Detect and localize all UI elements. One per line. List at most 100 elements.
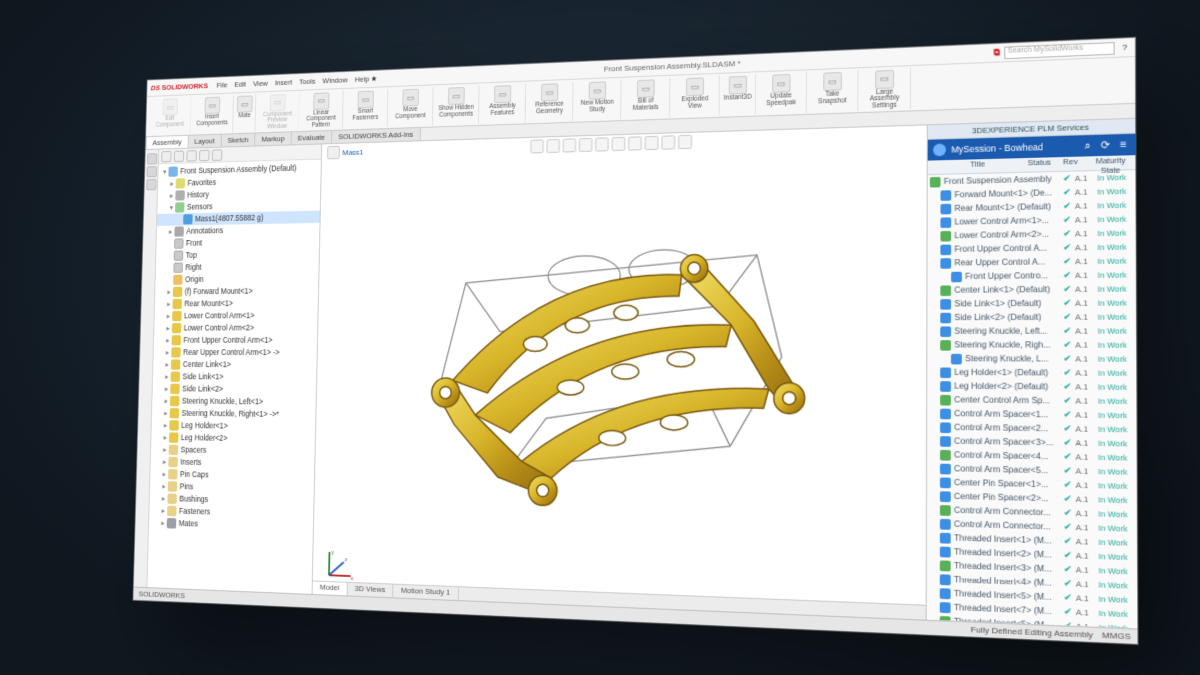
tree-tab-icon[interactable] — [186, 149, 196, 160]
status-units[interactable]: MMGS — [1102, 630, 1130, 641]
command-tab[interactable]: Evaluate — [291, 129, 333, 144]
plm-item-list[interactable]: Front Suspension Assembly✔A.1In WorkForw… — [927, 170, 1138, 628]
hud-button[interactable] — [595, 137, 609, 151]
hud-button[interactable] — [563, 138, 577, 152]
hud-button[interactable] — [628, 136, 642, 150]
col-status[interactable]: Status — [1024, 157, 1055, 171]
command-tab[interactable]: Assembly — [146, 134, 189, 148]
viewport-tab[interactable]: 3D Views — [347, 582, 393, 597]
tree-item[interactable]: ▸Lower Control Arm<1> — [154, 309, 317, 322]
plm-row[interactable]: Leg Holder<1> (Default)✔A.1In Work — [927, 365, 1136, 380]
sw-help-icon[interactable]: ⧉ — [994, 47, 1000, 58]
ribbon-button[interactable]: ▭Smart Fasteners — [344, 89, 389, 129]
tree-item[interactable]: ▸Lower Control Arm<2> — [154, 321, 317, 334]
command-tab[interactable]: Layout — [187, 133, 221, 147]
plm-row[interactable]: Leg Holder<2> (Default)✔A.1In Work — [927, 378, 1136, 393]
help-icon[interactable]: ? — [1119, 41, 1130, 52]
col-title[interactable]: Title — [928, 158, 1024, 174]
hud-button[interactable] — [645, 135, 659, 149]
menu-icon[interactable]: ≡ — [1117, 138, 1129, 150]
plm-row[interactable]: Steering Knuckle, Left...✔A.1In Work — [927, 323, 1136, 337]
tree-tab-icon[interactable] — [212, 148, 223, 159]
tree-tab-icon[interactable] — [161, 150, 171, 161]
ribbon-button[interactable]: ▭Insert Components — [191, 95, 234, 134]
ribbon-button[interactable]: ▭Show Hidden Components — [434, 85, 480, 125]
hud-button[interactable] — [678, 134, 692, 148]
tree-item[interactable]: ▸Rear Upper Control Arm<1> -> — [153, 346, 316, 359]
search-icon[interactable]: ⌕ — [1081, 139, 1093, 151]
command-tab[interactable]: Markup — [254, 131, 291, 145]
plm-row[interactable]: Rear Upper Control A...✔A.1In Work — [928, 253, 1136, 269]
ribbon-button[interactable]: ▭Update Speedpak — [757, 72, 807, 114]
gutter-icon[interactable] — [146, 166, 156, 177]
plm-row[interactable]: Side Link<1> (Default)✔A.1In Work — [927, 295, 1136, 310]
plm-row[interactable]: Steering Knuckle, Righ...✔A.1In Work — [927, 338, 1136, 352]
gutter-icon[interactable] — [146, 179, 156, 190]
menu-item[interactable]: Insert — [275, 78, 293, 87]
ribbon-button[interactable]: ▭Large Assembly Settings — [859, 68, 911, 111]
tree-item[interactable]: ▸Center Link<1> — [153, 358, 317, 371]
hud-button[interactable] — [612, 136, 626, 150]
hud-button[interactable] — [530, 139, 543, 153]
feature-tree[interactable]: ▾Front Suspension Assembly (Default)▸Fav… — [149, 159, 321, 539]
tree-item[interactable]: ▸Front Upper Control Arm<1> — [154, 334, 317, 346]
ribbon-label: Linear Component Pattern — [302, 109, 339, 129]
search-input[interactable]: Search MySolidWorks — [1004, 41, 1114, 58]
ribbon-label: Instant3D — [724, 94, 752, 102]
tree-item[interactable]: Right — [156, 259, 319, 273]
plm-row[interactable]: Center Control Arm Sp...✔A.1In Work — [927, 392, 1136, 408]
plm-item-name: Control Arm Spacer<3>... — [954, 434, 1060, 450]
ribbon-button[interactable]: ▭Reference Geometry — [527, 81, 574, 122]
plm-item-icon — [940, 380, 951, 391]
ribbon-button[interactable]: ▭New Motion Study — [574, 79, 622, 120]
ribbon-button[interactable]: ▭Take Snapshot — [808, 70, 859, 113]
viewport-tab[interactable]: Model — [312, 581, 347, 595]
ribbon-button[interactable]: ▭Move Component — [388, 87, 433, 127]
ribbon-button[interactable]: ▭Instant3D — [721, 74, 756, 115]
menu-item[interactable]: Window — [322, 75, 347, 85]
graphics-viewport[interactable]: Mass1 — [312, 125, 926, 619]
menu-item[interactable]: Edit — [234, 79, 246, 88]
breadcrumb-label[interactable]: Mass1 — [342, 147, 363, 156]
plm-row[interactable]: Side Link<2> (Default)✔A.1In Work — [927, 309, 1136, 323]
menu-item[interactable]: File — [216, 80, 227, 89]
folder-icon — [167, 493, 177, 504]
menu-item[interactable]: Tools — [299, 77, 316, 86]
plm-row[interactable]: Steering Knuckle, L...✔A.1In Work — [927, 351, 1136, 366]
gutter-icon[interactable] — [147, 153, 157, 164]
tree-item[interactable]: ▸Rear Mount<1> — [155, 297, 318, 310]
tree-item[interactable]: Origin — [155, 272, 318, 286]
status-check-icon: ✔ — [1060, 533, 1076, 548]
hud-button[interactable] — [661, 135, 675, 149]
col-rev[interactable]: Rev — [1055, 156, 1086, 171]
ribbon-button[interactable]: ▭Assembly Features — [480, 83, 526, 123]
refresh-icon[interactable]: ⟳ — [1099, 139, 1111, 151]
hud-button[interactable] — [579, 137, 593, 151]
breadcrumb-icon[interactable] — [327, 145, 340, 159]
tree-tab-icon[interactable] — [199, 149, 209, 160]
ribbon-label: Smart Fasteners — [347, 108, 385, 122]
svg-text:x: x — [350, 576, 353, 582]
plm-row[interactable]: Center Link<1> (Default)✔A.1In Work — [927, 281, 1136, 296]
viewport-tab[interactable]: Motion Study 1 — [393, 584, 458, 600]
ribbon-button[interactable]: ▭Mate — [234, 94, 256, 132]
tree-item[interactable]: ▸Side Link<1> — [153, 370, 317, 383]
tree-item[interactable]: ▸(f) Forward Mount<1> — [155, 284, 318, 297]
ribbon-label: Reference Geometry — [529, 101, 569, 115]
menu-item[interactable]: Help — [355, 74, 370, 83]
ribbon-button[interactable]: ▭Exploded View — [671, 75, 720, 117]
star-icon[interactable]: ★ — [369, 73, 378, 83]
hud-button[interactable] — [546, 138, 559, 152]
command-tab[interactable]: Sketch — [220, 132, 255, 146]
tree-item[interactable]: ▸Steering Knuckle, Left<1> — [152, 394, 316, 408]
tree-item[interactable]: ▸Side Link<2> — [152, 382, 316, 396]
ribbon-button[interactable]: ▭Bill of Materials — [622, 77, 670, 118]
plm-rev: A.1 — [1076, 520, 1099, 535]
col-maturity[interactable]: Maturity State — [1086, 155, 1136, 170]
plm-maturity: In Work — [1097, 267, 1133, 281]
command-tab[interactable]: SOLIDWORKS Add-Ins — [331, 126, 421, 142]
ribbon-button[interactable]: ▭Linear Component Pattern — [300, 90, 344, 129]
menu-item[interactable]: View — [253, 79, 268, 88]
tree-tab-icon[interactable] — [174, 150, 184, 161]
plm-row[interactable]: Front Upper Contro...✔A.1In Work — [927, 267, 1135, 283]
